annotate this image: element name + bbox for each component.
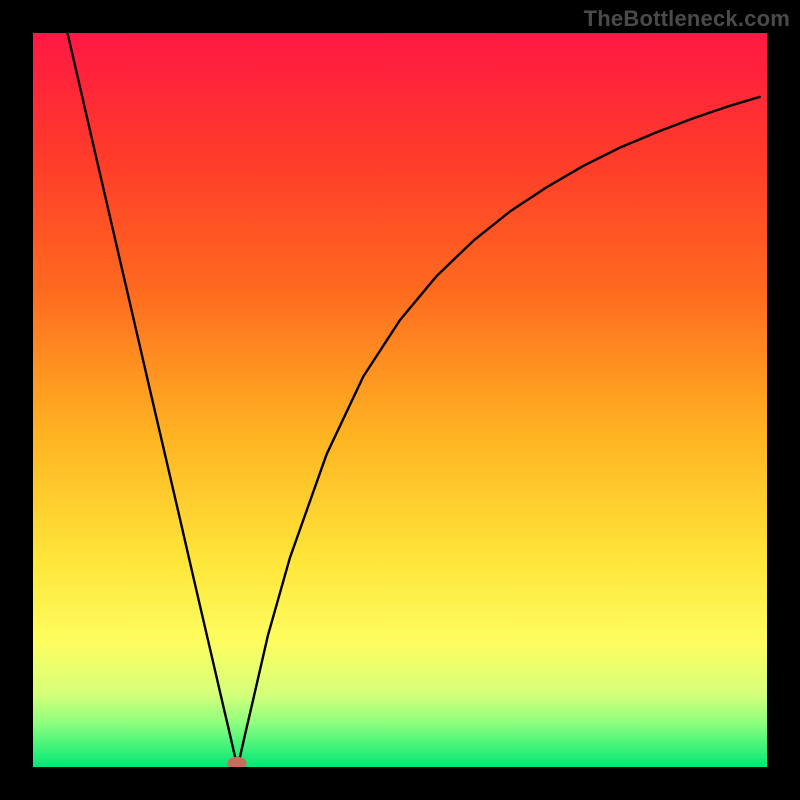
watermark-text: TheBottleneck.com (584, 6, 790, 32)
gradient-background (33, 33, 767, 767)
plot-area (33, 33, 767, 767)
chart-svg (33, 33, 767, 767)
chart-frame: TheBottleneck.com (0, 0, 800, 800)
